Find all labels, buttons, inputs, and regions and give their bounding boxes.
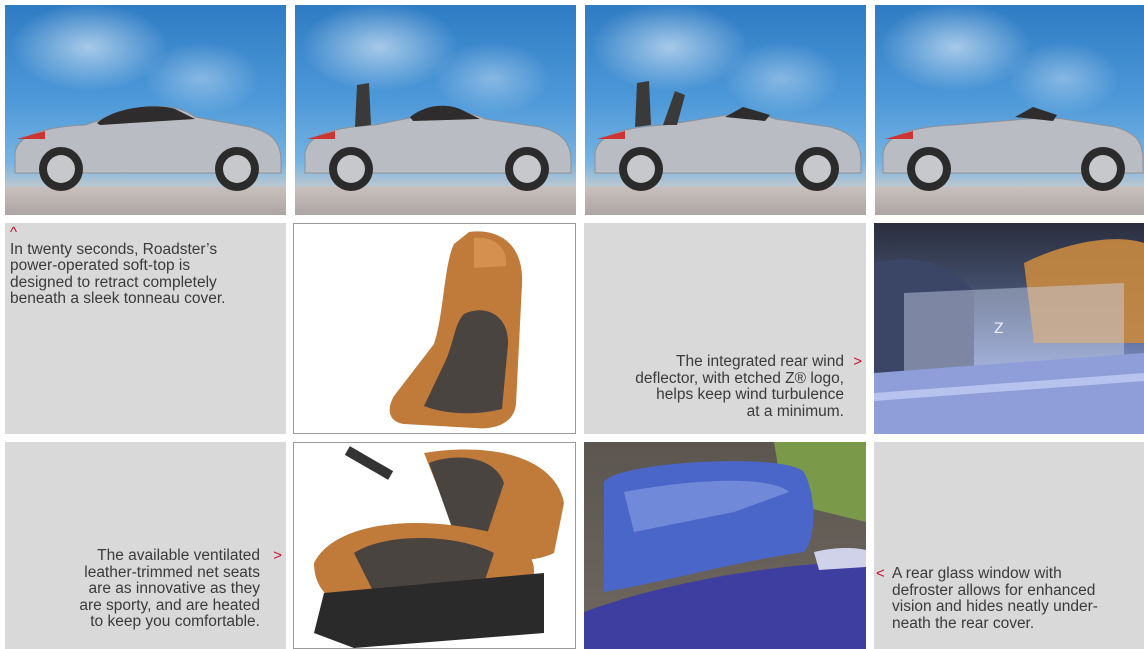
seats-caption-panel: > The available ventilated leather-trimm… bbox=[5, 442, 286, 649]
deflector-closeup: Z bbox=[874, 239, 1144, 434]
roadster-car bbox=[882, 107, 1144, 191]
up-caret-icon: ^ bbox=[10, 224, 18, 241]
leather-seat-side bbox=[314, 446, 564, 648]
roadster-car bbox=[14, 106, 282, 191]
car-top-raising-photo bbox=[295, 5, 576, 215]
z-logo: Z bbox=[994, 321, 1004, 337]
car-top-closed-photo bbox=[5, 5, 286, 215]
roadster-car bbox=[304, 83, 572, 191]
seats-caption: > The available ventilated leather-trimm… bbox=[79, 547, 282, 630]
deflector-caption-panel: > The integrated rear wind deflector, wi… bbox=[584, 223, 866, 434]
right-caret-icon: > bbox=[853, 353, 862, 370]
leather-seat bbox=[389, 231, 523, 429]
roadster-car bbox=[594, 81, 862, 191]
softtop-caption-panel: ^ In twenty seconds, Roadster’s power-op… bbox=[5, 223, 286, 434]
car-top-folding-photo bbox=[585, 5, 866, 215]
car-top-stowed-photo bbox=[875, 5, 1144, 215]
wind-deflector-photo: Z bbox=[874, 223, 1144, 434]
window-caption-panel: < A rear glass window with defroster all… bbox=[874, 442, 1144, 649]
rear-window-photo bbox=[584, 442, 866, 649]
window-caption: < A rear glass window with defroster all… bbox=[876, 565, 1098, 632]
deflector-caption: > The integrated rear wind deflector, wi… bbox=[635, 353, 862, 420]
rear-window-closeup bbox=[584, 442, 866, 649]
right-caret-icon: > bbox=[273, 547, 282, 564]
seat-side-photo bbox=[293, 442, 576, 649]
left-caret-icon: < bbox=[876, 565, 885, 582]
softtop-caption: ^ In twenty seconds, Roadster’s power-op… bbox=[10, 224, 226, 307]
seat-upright-photo bbox=[293, 223, 576, 434]
